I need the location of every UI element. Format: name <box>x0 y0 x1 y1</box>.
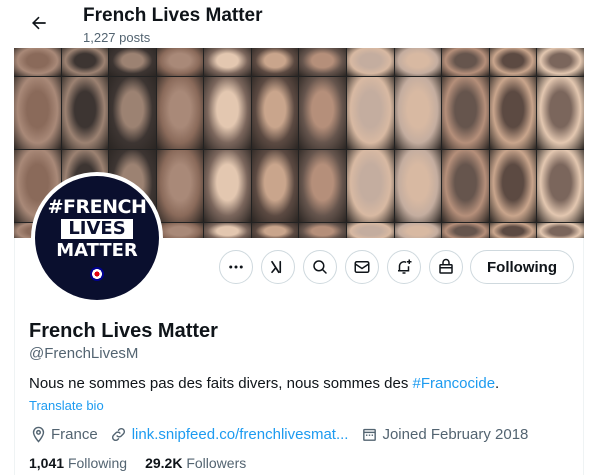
banner-photo-tile <box>299 77 347 149</box>
banner-photo-tile <box>251 77 299 149</box>
banner-photo-tile <box>489 150 537 222</box>
banner-photo-tile <box>489 223 537 238</box>
banner-photo-tile <box>537 150 584 222</box>
banner-photo-tile <box>442 48 489 76</box>
banner-photo-tile <box>347 48 394 76</box>
header-title: French Lives Matter <box>83 5 263 26</box>
profile-actions <box>219 250 463 284</box>
banner-photo-tile <box>299 150 347 222</box>
banner-photo-tile <box>394 223 442 238</box>
banner-photo-tile <box>204 77 251 149</box>
banner-photo-tile <box>109 48 156 76</box>
location-item: France <box>29 425 98 443</box>
more-button[interactable] <box>219 250 253 284</box>
banner-photo-tile <box>204 223 251 238</box>
avatar[interactable]: #FRENCH LIVES MATTER <box>31 172 163 304</box>
location-pin-icon <box>29 425 47 443</box>
banner-photo-tile <box>537 77 584 149</box>
banner-photo-tile <box>14 48 61 76</box>
subscribe-icon <box>439 258 453 274</box>
profile-name: French Lives Matter <box>29 320 218 342</box>
message-button[interactable] <box>345 250 379 284</box>
banner-photo-tile <box>489 48 537 76</box>
following-button[interactable]: Following <box>470 250 574 284</box>
banner-photo-tile <box>347 150 394 222</box>
avatar-logo-line3: MATTER <box>56 239 138 261</box>
banner-photo-tile <box>442 77 489 149</box>
banner-photo-tile <box>442 223 489 238</box>
translate-bio-link[interactable]: Translate bio <box>29 398 104 413</box>
banner-photo-tile <box>61 48 109 76</box>
banner-photo-tile <box>61 77 109 149</box>
website-link[interactable]: link.snipfeed.co/frenchlivesmat... <box>132 426 349 443</box>
website-item: link.snipfeed.co/frenchlivesmat... <box>110 425 349 443</box>
banner-photo-tile <box>156 223 204 238</box>
profile-handle: @FrenchLivesM <box>29 345 139 362</box>
banner-photo-tile <box>537 223 584 238</box>
bio-end: . <box>495 375 500 392</box>
notify-button[interactable] <box>387 250 421 284</box>
banner-photo-tile <box>251 223 299 238</box>
following-label: Following <box>67 455 128 471</box>
top-bar: French Lives Matter 1,227 posts <box>0 0 600 50</box>
more-icon <box>229 265 243 269</box>
grok-button[interactable] <box>261 250 295 284</box>
notify-icon <box>398 259 412 274</box>
followers-label: Followers <box>186 455 247 471</box>
joined-item: Joined February 2018 <box>360 425 528 443</box>
grok-icon <box>271 260 282 274</box>
profile-meta: France link.snipfeed.co/frenchlivesmat..… <box>29 424 540 444</box>
arrow-left-icon <box>32 16 46 30</box>
banner-photo-tile <box>156 48 204 76</box>
banner-photo-tile <box>156 150 204 222</box>
banner-photo-tile <box>537 48 584 76</box>
profile-bio: Nous ne sommes pas des faits divers, nou… <box>29 375 499 392</box>
banner-photo-tile <box>299 48 347 76</box>
banner-photo-tile <box>442 150 489 222</box>
banner-photo-tile <box>109 77 156 149</box>
banner-photo-tile <box>251 48 299 76</box>
banner-photo-tile <box>394 77 442 149</box>
following-stat-link[interactable]: 1,041 Following <box>29 455 127 471</box>
calendar-icon <box>360 425 378 443</box>
banner-photo-tile <box>204 48 251 76</box>
message-icon <box>354 261 370 273</box>
banner-photo-tile <box>394 48 442 76</box>
french-roundel-icon <box>90 266 104 281</box>
link-icon <box>110 425 128 443</box>
avatar-logo: #FRENCH LIVES MATTER <box>35 176 159 300</box>
followers-stat-link[interactable]: 29.2K Followers <box>145 455 246 471</box>
back-button[interactable] <box>26 10 52 36</box>
bio-hashtag-link[interactable]: #Francocide <box>413 375 496 392</box>
banner-photo-tile <box>347 77 394 149</box>
banner-photo-tile <box>489 77 537 149</box>
avatar-logo-line2: LIVES <box>61 218 133 239</box>
search-icon <box>313 260 327 274</box>
following-count: 1,041 <box>29 455 65 471</box>
avatar-logo-line1: #FRENCH <box>47 195 147 218</box>
location-text: France <box>51 425 98 443</box>
banner-photo-tile <box>204 150 251 222</box>
search-button[interactable] <box>303 250 337 284</box>
joined-text: Joined February 2018 <box>382 425 529 443</box>
bio-text: Nous ne sommes pas des faits divers, nou… <box>29 375 413 392</box>
banner-photo-tile <box>347 223 394 238</box>
banner-photo-tile <box>394 150 442 222</box>
follow-stats: 1,041 Following 29.2K Followers <box>29 455 246 471</box>
followers-count: 29.2K <box>145 455 183 471</box>
banner-photo-tile <box>251 150 299 222</box>
banner-photo-tile <box>14 77 61 149</box>
subscribe-button[interactable] <box>429 250 463 284</box>
banner-photo-tile <box>299 223 347 238</box>
post-count: 1,227 posts <box>83 30 151 45</box>
banner-photo-tile <box>156 77 204 149</box>
